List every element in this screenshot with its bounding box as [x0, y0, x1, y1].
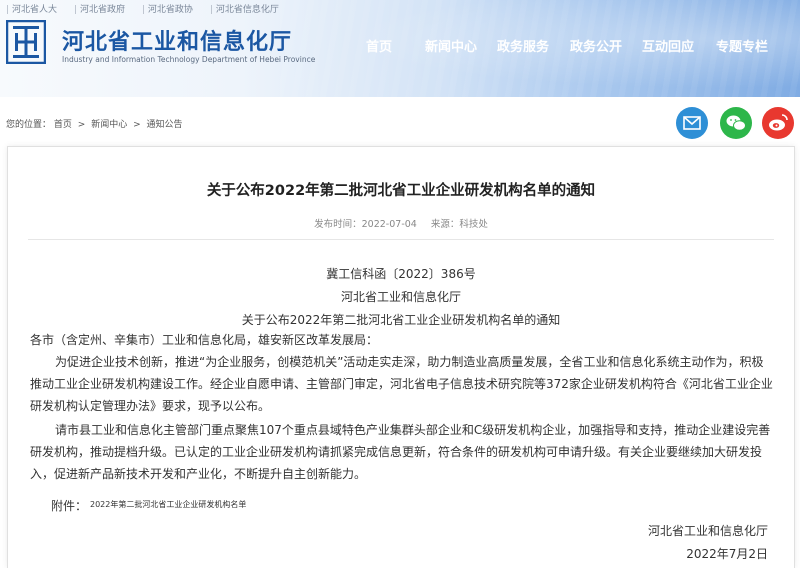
mail-icon[interactable] [676, 107, 708, 139]
title-divider [28, 239, 774, 240]
paragraph-2: 请市县工业和信息化主管部门重点聚焦107个重点县域特色产业集群头部企业和C级研发… [30, 419, 770, 485]
nav-special-topics[interactable]: 专题专栏 [716, 36, 768, 55]
breadcrumb-separator: > [133, 120, 141, 130]
article-panel: 关于公布2022年第二批河北省工业企业研发机构名单的通知 发布时间：2022-0… [7, 146, 795, 568]
top-link[interactable]: 河北省信息化厅 [210, 5, 279, 15]
article-title: 关于公布2022年第二批河北省工业企业研发机构名单的通知 [206, 183, 596, 199]
top-link[interactable]: 河北省人大 [6, 5, 57, 15]
addressee: 各市（含定州、辛集市）工业和信息化局，雄安新区改革发展局： [30, 329, 378, 351]
breadcrumb-notices[interactable]: 通知公告 [147, 120, 183, 130]
site-header: 河北省人大 河北省政府 河北省政协 河北省信息化厅 河北省工业和信息化厅 Ind… [0, 0, 800, 97]
article-meta: 发布时间：2022-07-04 来源：科技处 [8, 216, 794, 230]
attachment-label: 附件： [51, 499, 88, 513]
breadcrumb-separator: > [77, 120, 86, 130]
nav-interaction[interactable]: 互动回应 [642, 36, 694, 55]
site-title[interactable]: 河北省工业和信息化厅 [62, 24, 292, 56]
top-link[interactable]: 河北省政府 [74, 5, 125, 15]
nav-home[interactable]: 首页 [366, 36, 392, 55]
article-source: 来源：科技处 [430, 219, 488, 230]
wechat-icon[interactable] [720, 107, 752, 139]
document-number: 冀工信科函〔2022〕386号 [326, 267, 476, 281]
nav-news-center[interactable]: 新闻中心 [425, 36, 477, 55]
paragraph-line: 研发机构认定管理办法》要求，现予以公布。 [30, 399, 271, 413]
breadcrumb-news-center[interactable]: 新闻中心 [91, 120, 127, 130]
signature-date: 2022年7月2日 [686, 547, 768, 561]
breadcrumb-home[interactable]: 首页 [54, 120, 72, 130]
nav-gov-affairs-open[interactable]: 政务公开 [570, 36, 622, 55]
publish-date: 发布时间：2022-07-04 [314, 219, 417, 230]
breadcrumb: 您的位置： 首页 > 新闻中心 > 通知公告 [6, 117, 183, 130]
attachment-link[interactable]: 2022年第二批河北省工业企业研发机构名单 [90, 499, 246, 510]
paragraph-line: 研发机构，推动提档升级。已认定的工业企业研发机构请抓紧完成信息更新，符合条件的研… [30, 445, 763, 459]
paragraph-line: 推动工业企业研发机构建设工作。经企业自愿申请、主管部门审定，河北省电子信息技术研… [30, 377, 773, 391]
top-links: 河北省人大 河北省政府 河北省政协 河北省信息化厅 [6, 2, 293, 15]
weibo-icon[interactable] [762, 107, 794, 139]
paragraph-1: 为促进企业技术创新，推进“为企业服务，创模范机关”活动走实走深，助力制造业高质量… [30, 351, 773, 417]
signature-organization: 河北省工业和信息化厅 [647, 524, 768, 538]
paragraph-line: 请市县工业和信息化主管部门重点聚焦107个重点县域特色产业集群头部企业和C级研发… [55, 423, 771, 437]
site-subtitle: Industry and Information Technology Depa… [62, 55, 316, 64]
document-subject: 关于公布2022年第二批河北省工业企业研发机构名单的通知 [241, 313, 561, 327]
nav-gov-services[interactable]: 政务服务 [497, 36, 549, 55]
paragraph-line: 为促进企业技术创新，推进“为企业服务，创模范机关”活动走实走深，助力制造业高质量… [55, 355, 764, 369]
issuing-authority: 河北省工业和信息化厅 [340, 290, 461, 304]
top-link[interactable]: 河北省政协 [142, 5, 193, 15]
paragraph-line: 入，促进新产品新技术开发和产业化，不断提升自主创新能力。 [30, 467, 367, 481]
department-logo-icon[interactable] [5, 19, 47, 65]
addressee-line: 各市（含定州、辛集市）工业和信息化局，雄安新区改革发展局： [30, 333, 379, 347]
breadcrumb-label: 您的位置： [6, 120, 52, 130]
